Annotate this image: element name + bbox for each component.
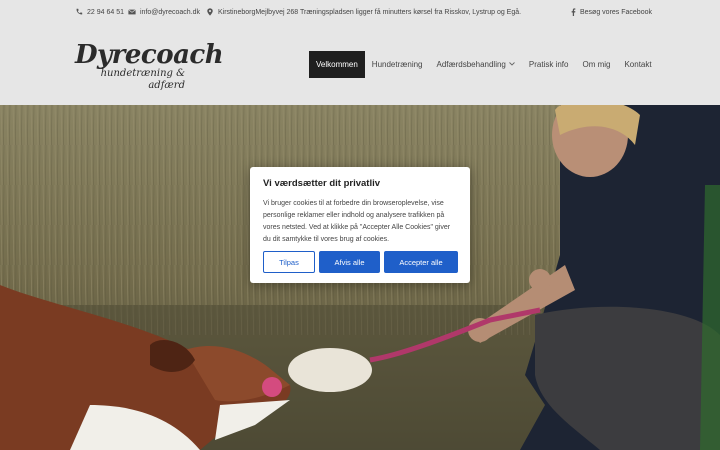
nav-item-om-mig[interactable]: Om mig [575, 51, 617, 78]
cookie-dialog-text: Vi bruger cookies til at forbedre din br… [263, 200, 451, 243]
logo-subtitle-line2: adfærd [148, 80, 185, 91]
nav-label: Om mig [582, 60, 611, 69]
accept-all-button[interactable]: Accepter alle [384, 251, 458, 273]
nav-item-pratisk-info[interactable]: Pratisk info [522, 51, 576, 78]
topbar-address: KirstineborgMejlbyvej 268 Træningspladse… [206, 8, 521, 16]
envelope-icon [128, 8, 136, 16]
topbar-facebook-link[interactable]: Besøg vores Facebook [571, 8, 652, 16]
topbar-phone[interactable]: 22 94 64 51 [75, 8, 124, 16]
topbar-email[interactable]: info@dyrecoach.dk [128, 8, 200, 16]
email-address: info@dyrecoach.dk [140, 8, 201, 16]
facebook-label: Besøg vores Facebook [580, 8, 652, 16]
site-logo[interactable]: Dyrecoach hundetræning & adfærd [75, 40, 224, 95]
facebook-icon [571, 8, 576, 16]
cookie-dialog-buttons: Tilpas Afvis alle Accepter alle [263, 251, 458, 273]
cookie-consent-dialog: Vi værdsætter dit privatliv Vi bruger co… [250, 167, 470, 283]
nav-item-hundetraening[interactable]: Hundetræning [365, 51, 430, 78]
address-text: KirstineborgMejlbyvej 268 Træningspladse… [218, 8, 522, 16]
main-navigation: Velkommen Hundetræning Adfærdsbehandling… [309, 51, 659, 78]
nav-item-kontakt[interactable]: Kontakt [617, 51, 658, 78]
top-bar: 22 94 64 51 info@dyrecoach.dk Kirstinebo… [0, 0, 720, 26]
customize-cookies-button[interactable]: Tilpas [263, 251, 315, 273]
reject-all-button[interactable]: Afvis alle [319, 251, 380, 273]
nav-label: Pratisk info [528, 60, 569, 69]
phone-icon [75, 8, 83, 16]
cookie-dialog-title: Vi værdsætter dit privatliv [263, 178, 381, 189]
nav-label: Kontakt [624, 60, 652, 69]
site-header: Dyrecoach hundetræning & adfærd Velkomme… [0, 26, 720, 105]
nav-item-velkommen[interactable]: Velkommen [309, 51, 365, 78]
logo-title: Dyrecoach [75, 40, 224, 70]
phone-number: 22 94 64 51 [87, 8, 124, 16]
nav-item-adfaerdsbehandling[interactable]: Adfærdsbehandling [430, 51, 522, 78]
chevron-down-icon [509, 61, 515, 68]
logo-subtitle-line1: hundetræning & [100, 68, 185, 79]
nav-label: Hundetræning [371, 60, 423, 69]
map-pin-icon [206, 8, 214, 16]
nav-label: Adfærdsbehandling [436, 60, 506, 69]
nav-label: Velkommen [316, 60, 358, 69]
